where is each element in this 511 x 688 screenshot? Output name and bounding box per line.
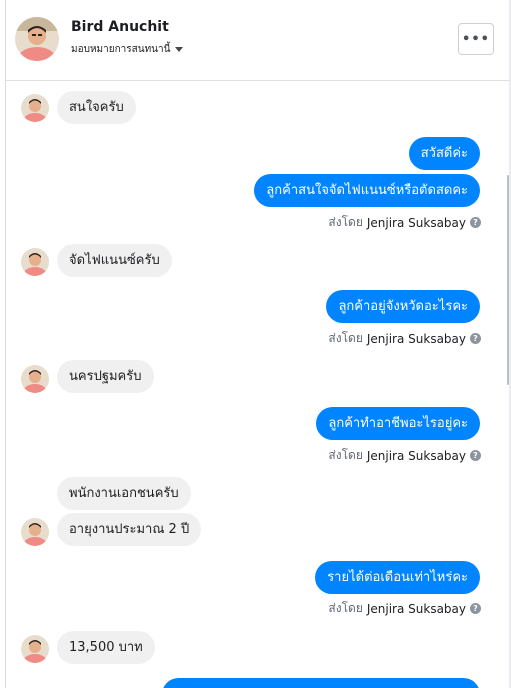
message-bubble-outgoing-partial[interactable] <box>162 678 480 688</box>
question-circle-icon[interactable]: ? <box>470 333 481 344</box>
sent-by-label: ส่งโดย Jenjira Suksabay ? <box>328 599 481 618</box>
message-bubble-incoming[interactable]: นครปฐมครับ <box>57 360 154 393</box>
message-bubble-outgoing[interactable]: รายได้ต่อเดือนเท่าไหร่คะ <box>315 561 480 594</box>
sent-by-prefix: ส่งโดย <box>328 331 363 345</box>
assign-conversation-dropdown[interactable]: มอบหมายการสนทนานี้ <box>71 42 184 57</box>
sent-by-agent: Jenjira Suksabay <box>366 215 466 230</box>
message-bubble-incoming[interactable]: 13,500 บาท <box>57 631 155 664</box>
sent-by-agent: Jenjira Suksabay <box>366 331 466 346</box>
sent-by-agent: Jenjira Suksabay <box>366 448 466 463</box>
sent-by-prefix: ส่งโดย <box>328 601 363 615</box>
sent-by-prefix: ส่งโดย <box>328 448 363 462</box>
caret-down-icon <box>175 47 184 52</box>
avatar[interactable] <box>21 365 49 393</box>
sent-by-label: ส่งโดย Jenjira Suksabay ? <box>328 446 481 465</box>
avatar[interactable] <box>21 635 49 663</box>
question-circle-icon[interactable]: ? <box>470 217 481 228</box>
sent-by-label: ส่งโดย Jenjira Suksabay ? <box>328 329 481 348</box>
message-bubble-outgoing[interactable]: ลูกค้าสนใจจัดไฟแนนซ์หรือตัดสดคะ <box>254 174 480 207</box>
message-bubble-outgoing[interactable]: สวัสดีค่ะ <box>408 137 480 170</box>
question-circle-icon[interactable]: ? <box>470 603 481 614</box>
sent-by-prefix: ส่งโดย <box>328 215 363 229</box>
message-bubble-incoming[interactable]: จัดไฟแนนซ์ครับ <box>57 244 172 277</box>
chat-window: Bird Anuchit มอบหมายการสนทนานี้ ••• สนใจ… <box>0 0 511 688</box>
message-bubble-incoming[interactable]: อายุงานประมาณ 2 ปี <box>57 513 202 546</box>
more-options-icon: ••• <box>462 31 490 47</box>
question-circle-icon[interactable]: ? <box>470 450 481 461</box>
message-bubble-incoming[interactable]: สนใจครับ <box>57 91 136 124</box>
left-border <box>0 0 6 688</box>
message-bubble-incoming[interactable]: พนักงานเอกชนครับ <box>57 477 191 510</box>
sent-by-agent: Jenjira Suksabay <box>366 601 466 616</box>
avatar[interactable] <box>15 17 59 61</box>
assign-conversation-label: มอบหมายการสนทนานี้ <box>71 44 171 55</box>
contact-name: Bird Anuchit <box>71 19 169 35</box>
avatar[interactable] <box>21 518 49 546</box>
message-bubble-outgoing[interactable]: ลูกค้าอยู่จังหวัดอะไรคะ <box>326 290 480 323</box>
conversation-header: Bird Anuchit มอบหมายการสนทนานี้ ••• <box>6 0 509 81</box>
more-options-button[interactable]: ••• <box>458 23 494 55</box>
sent-by-label: ส่งโดย Jenjira Suksabay ? <box>328 213 481 232</box>
avatar[interactable] <box>21 248 49 276</box>
avatar[interactable] <box>21 94 49 122</box>
message-bubble-outgoing[interactable]: ลูกค้าทำอาชีพอะไรอยู่คะ <box>316 407 480 440</box>
